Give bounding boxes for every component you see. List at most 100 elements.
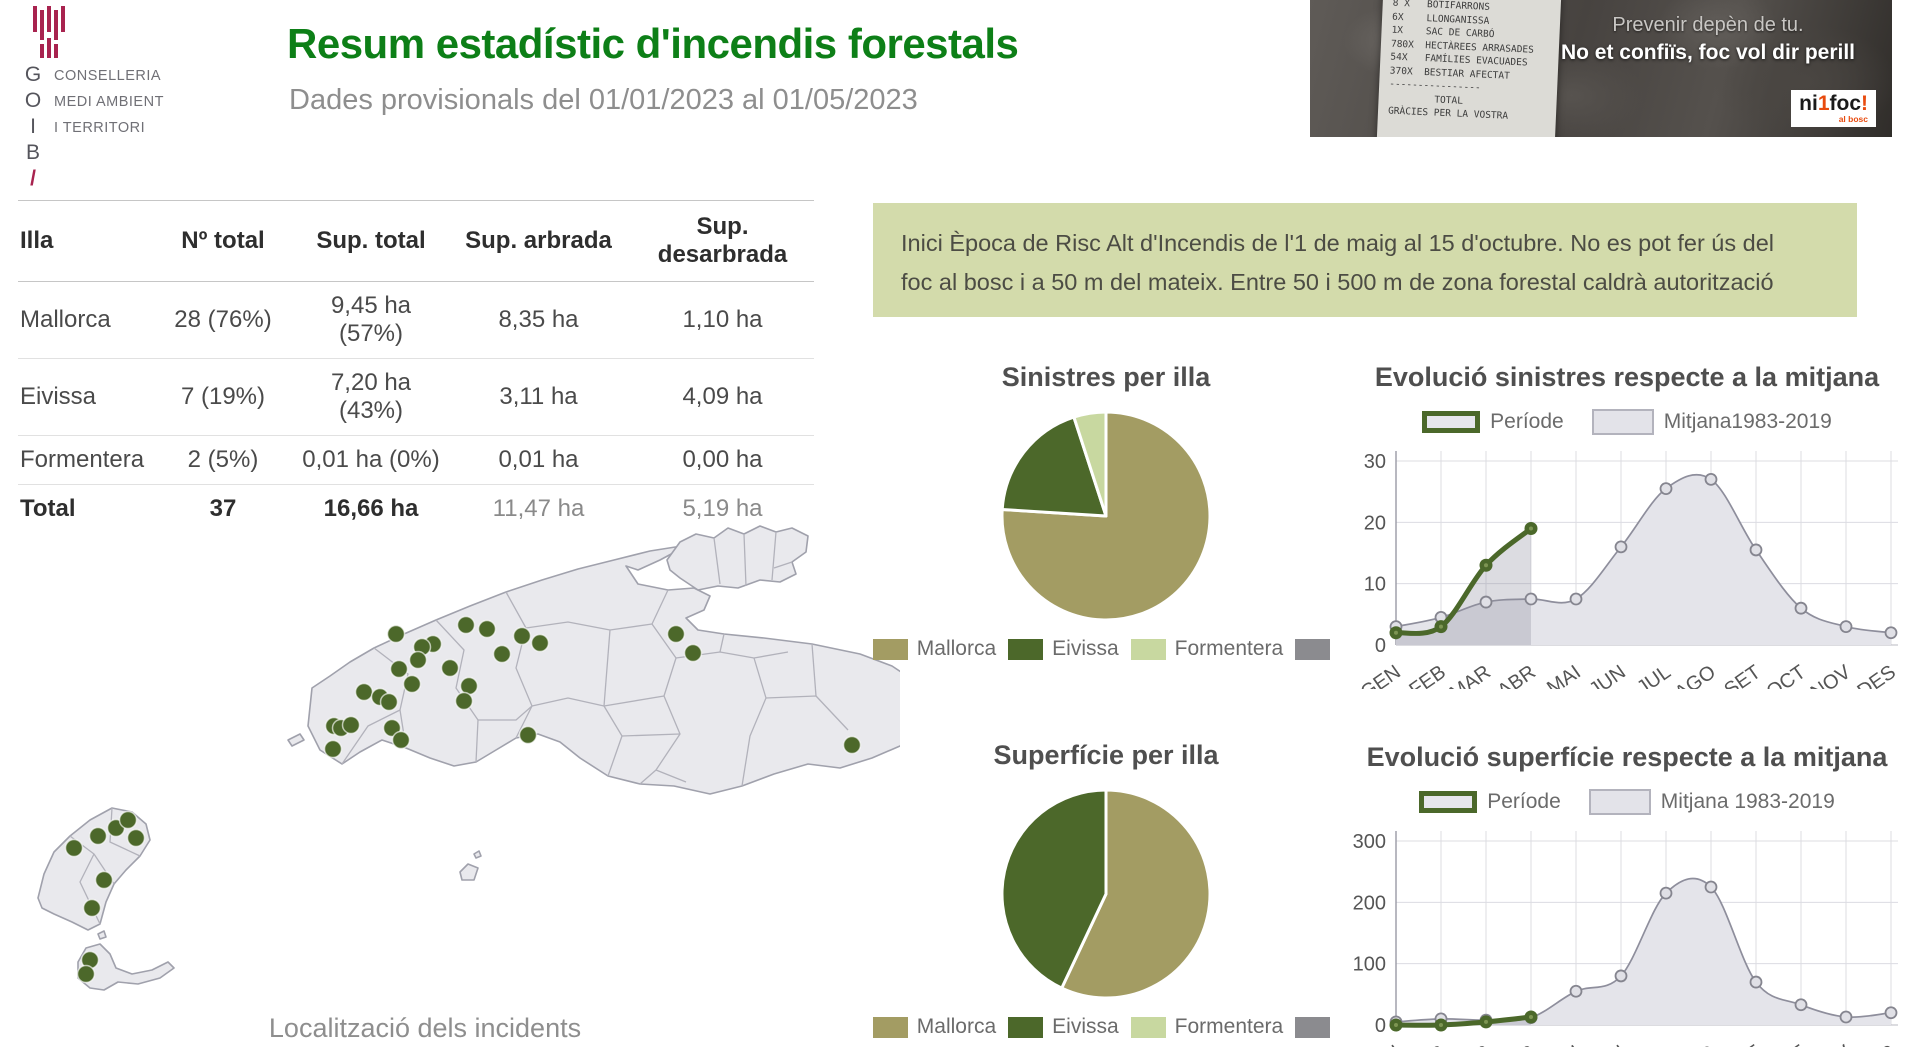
banner-slogan: Prevenir depèn de tu. No et confiïs, foc… — [1548, 14, 1868, 65]
legend-label: Mitjana1983-2019 — [1664, 410, 1832, 434]
incident-dot-eivissa — [96, 872, 113, 889]
goib-flag-icon — [32, 6, 78, 60]
legend-item-Període: Període — [1422, 410, 1564, 434]
legend-item-Formentera: Formentera — [1131, 637, 1284, 661]
legend-swatch — [1589, 789, 1651, 815]
incident-dot-mallorca — [404, 676, 421, 693]
incident-dot-mallorca — [458, 617, 475, 634]
incidents-map: Localització dels incidents — [20, 430, 900, 1047]
svg-text:100: 100 — [1353, 954, 1386, 976]
incident-dot-eivissa — [84, 900, 101, 917]
svg-text:AGO: AGO — [1671, 1041, 1720, 1047]
svg-text:10: 10 — [1364, 574, 1386, 596]
svg-text:MAR: MAR — [1446, 661, 1495, 689]
incident-dot-mallorca — [668, 626, 685, 643]
svg-text:20: 20 — [1364, 512, 1386, 534]
incident-dot-mallorca — [356, 684, 373, 701]
legend-item-Mitjana1983-2019: Mitjana1983-2019 — [1592, 409, 1832, 435]
line-superficie-title: Evolució superfície respecte a la mitjan… — [1338, 742, 1916, 773]
svg-text:GEN: GEN — [1357, 661, 1405, 689]
col-sup-total: Sup. total — [296, 201, 446, 282]
svg-text:SET: SET — [1720, 1041, 1764, 1047]
legend-swatch — [873, 1017, 908, 1038]
legend-item-Eivissa: Eivissa — [1008, 1015, 1119, 1039]
legend-label: Eivissa — [1052, 637, 1119, 661]
incident-dot-mallorca — [494, 646, 511, 663]
svg-text:GEN: GEN — [1357, 1041, 1405, 1047]
legend-item-Mitjana 1983-2019: Mitjana 1983-2019 — [1589, 789, 1835, 815]
legend-swatch — [873, 639, 908, 660]
svg-text:OCT: OCT — [1763, 661, 1810, 689]
incident-dot-mallorca — [479, 621, 496, 638]
incident-dot-mallorca — [685, 645, 702, 662]
line-sinistres-title: Evolució sinistres respecte a la mitjana — [1338, 362, 1916, 393]
incident-dot-mallorca — [410, 652, 427, 669]
line-sinistres-block: Evolució sinistres respecte a la mitjana… — [1338, 362, 1916, 689]
svg-text:SET: SET — [1720, 661, 1764, 689]
incident-dot-mallorca — [381, 694, 398, 711]
col-sup-arbrada: Sup. arbrada — [446, 201, 631, 282]
receipt-image: 8 X BOTIFARRONS 6X LLONGANISSA 1X SAC DE… — [1377, 0, 1562, 137]
map-caption: Localització dels incidents — [20, 1013, 830, 1044]
line-superficie-block: Evolució superfície respecte a la mitjan… — [1338, 742, 1916, 1047]
goib-acronym: G O I B / — [18, 62, 48, 192]
legend-label: Eivissa — [1052, 1015, 1119, 1039]
svg-text:JUN: JUN — [1585, 661, 1629, 689]
incident-dot-mallorca — [325, 741, 342, 758]
incident-dot-mallorca — [456, 693, 473, 710]
legend-swatch — [1592, 409, 1654, 435]
svg-text:200: 200 — [1353, 892, 1386, 914]
svg-text:DES: DES — [1854, 1041, 1900, 1047]
goib-slash: / — [18, 166, 48, 192]
page-title: Resum estadístic d'incendis forestals — [287, 20, 1018, 68]
svg-text:ABR: ABR — [1494, 661, 1540, 689]
legend-item-Mallorca: Mallorca — [873, 637, 996, 661]
incident-dot-mallorca — [520, 727, 537, 744]
incident-dot-eivissa — [120, 812, 137, 829]
table-row-eivissa: Eivissa 7 (19%) 7,20 ha (43%) 3,11 ha 4,… — [18, 359, 814, 436]
legend-item-Període: Període — [1419, 790, 1561, 814]
legend-swatch — [1419, 791, 1477, 813]
legend-item-Formentera: Formentera — [1131, 1015, 1284, 1039]
incident-dot-eivissa — [66, 840, 83, 857]
table-header-row: Illa Nº total Sup. total Sup. arbrada Su… — [18, 201, 814, 282]
svg-text:FEB: FEB — [1405, 661, 1449, 689]
pie-sinistres-block: Sinistres per illa MallorcaEivissaFormen… — [880, 362, 1332, 661]
legend-swatch — [1295, 639, 1330, 660]
legend-label: Formentera — [1175, 637, 1284, 661]
pie-sinistres-title: Sinistres per illa — [880, 362, 1332, 393]
svg-text:ABR: ABR — [1494, 1041, 1540, 1047]
svg-text:MAI: MAI — [1543, 1041, 1585, 1047]
pie-superficie-title: Superfície per illa — [880, 740, 1332, 771]
legend-label: Mallorca — [917, 1015, 996, 1039]
pie-superficie-chart — [991, 779, 1221, 1009]
incident-dot-mallorca — [442, 660, 459, 677]
svg-text:OCT: OCT — [1763, 1041, 1810, 1047]
cabrera-outline — [460, 864, 478, 880]
ni1foc-logo: ni1foc! al bosc — [1791, 90, 1876, 128]
legend-item-unlabeled — [1295, 639, 1339, 660]
menorca-outline — [667, 526, 808, 590]
svg-text:JUL: JUL — [1633, 1041, 1675, 1047]
incident-dot-formentera — [78, 966, 95, 983]
legend-item-unlabeled — [1295, 1017, 1339, 1038]
svg-text:0: 0 — [1375, 635, 1386, 657]
line-superficie-legend: Període Mitjana 1983-2019 — [1338, 789, 1916, 815]
svg-text:JUL: JUL — [1633, 661, 1675, 689]
pie-superficie-legend: Mallorca Eivissa Formentera — [880, 1015, 1332, 1039]
svg-text:AGO: AGO — [1671, 661, 1720, 689]
col-illa: Illa — [18, 201, 150, 282]
line-sinistres-chart: 0102030GENFEBMARABRMAIJUNJULAGOSETOCTNOV… — [1338, 439, 1904, 689]
col-n-total: Nº total — [150, 201, 296, 282]
incident-dot-eivissa — [128, 830, 145, 847]
svg-text:MAR: MAR — [1446, 1041, 1495, 1047]
pie-superficie-block: Superfície per illa Mallorca Eivissa Forme… — [880, 740, 1332, 1039]
incident-dot-mallorca — [514, 628, 531, 645]
dragonera-outline — [288, 734, 304, 746]
goib-logo: G O I B / CONSELLERIA MEDI AMBIENT I TER… — [18, 6, 238, 192]
legend-swatch — [1131, 1017, 1166, 1038]
svg-text:FEB: FEB — [1405, 1041, 1449, 1047]
legend-item-Eivissa: Eivissa — [1008, 637, 1119, 661]
legend-label: Mitjana 1983-2019 — [1661, 790, 1835, 814]
incident-dot-mallorca — [532, 635, 549, 652]
